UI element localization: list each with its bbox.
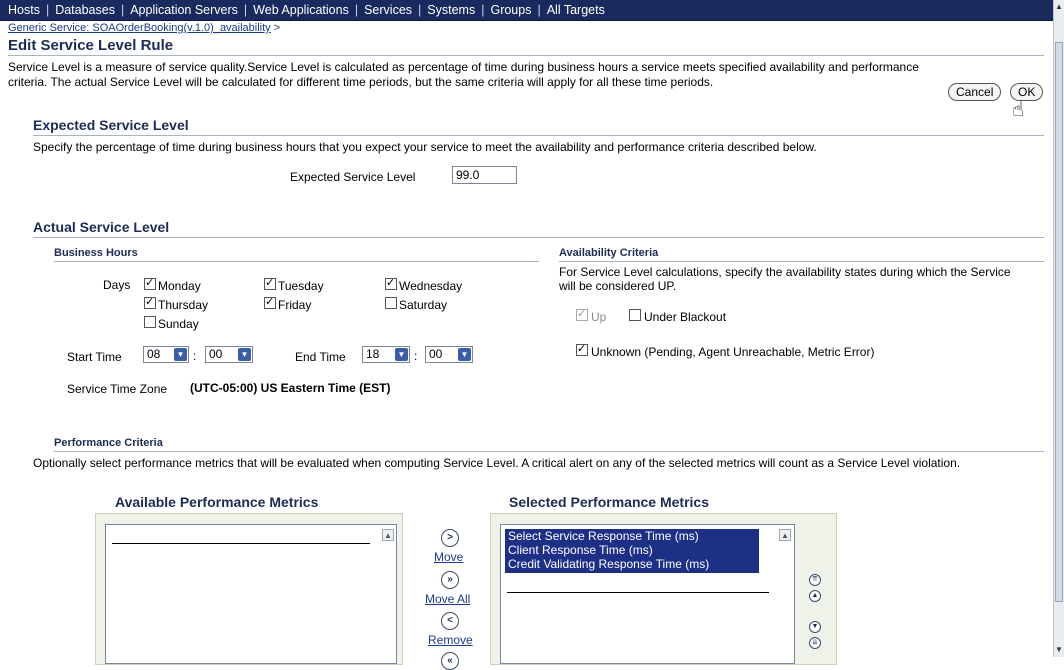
unknown-label: Unknown (Pending, Agent Unreachable, Met… (591, 345, 875, 359)
start-hour-select[interactable]: 08 ▼ (143, 346, 189, 363)
list-scroll-up-icon[interactable]: ▲ (779, 529, 791, 541)
thursday-checkbox[interactable] (144, 295, 156, 309)
availability-criteria-title: Availability Criteria (559, 247, 659, 259)
performance-description: Optionally select performance metrics th… (33, 456, 961, 470)
expected-level-input[interactable]: 99.0 (452, 166, 517, 184)
top-nav-bar: Hosts | Databases | Application Servers | Web … (0, 0, 1054, 21)
nav-hosts[interactable]: Hosts (8, 3, 40, 17)
selected-metric-item[interactable]: Credit Validating Response Time (ms) (505, 557, 759, 573)
available-metrics-list[interactable]: ▲ (105, 524, 397, 664)
up-checkbox (576, 307, 588, 321)
actual-section-divider (33, 237, 1044, 238)
cancel-button[interactable]: Cancel (948, 83, 1002, 101)
availability-description: For Service Level calculations, specify … (559, 265, 1011, 293)
nav-all-targets[interactable]: All Targets (547, 3, 605, 17)
page-title: Edit Service Level Rule (8, 37, 174, 54)
start-colon: : (193, 349, 197, 363)
business-hours-divider (54, 261, 539, 262)
expected-description: Specify the percentage of time during bu… (33, 140, 817, 154)
nav-items: Hosts | Databases | Application Servers | Web … (8, 3, 605, 17)
chevron-down-icon: ▼ (238, 348, 251, 361)
friday-label: Friday (278, 298, 312, 312)
remove-icon[interactable]: < (441, 612, 459, 630)
breadcrumb-separator: > (273, 22, 281, 34)
list-separator (112, 543, 370, 544)
expected-section-title: Expected Service Level (33, 117, 189, 133)
page-description: Service Level is a measure of service qu… (8, 60, 919, 89)
breadcrumb-service-link[interactable]: Generic Service: SOAOrderBooking(v.1.0)_… (8, 22, 271, 34)
move-bottom-icon[interactable]: ⇊ (809, 637, 821, 649)
end-hour-value: 18 (366, 347, 380, 361)
scroll-down-icon[interactable]: ▼ (1054, 643, 1064, 657)
under-blackout-label: Under Blackout (644, 310, 727, 324)
monday-checkbox[interactable] (144, 276, 156, 290)
move-down-icon[interactable]: ▼ (809, 621, 821, 633)
title-divider (8, 55, 1044, 56)
chevron-down-icon: ▼ (458, 348, 471, 361)
availability-divider (559, 261, 1044, 262)
days-label: Days (103, 278, 131, 292)
remove-link[interactable]: Remove (428, 633, 473, 647)
chevron-down-icon: ▼ (395, 348, 408, 361)
breadcrumb: Generic Service: SOAOrderBooking(v.1.0)_… (8, 22, 280, 34)
end-colon: : (414, 349, 418, 363)
nav-application-servers[interactable]: Application Servers (130, 3, 238, 17)
vertical-scrollbar[interactable]: ▲ ▼ (1053, 0, 1064, 657)
move-top-icon[interactable]: ⇈ (809, 574, 821, 586)
end-minute-value: 00 (429, 347, 443, 361)
selected-metric-item[interactable]: Select Service Response Time (ms) (505, 529, 759, 543)
move-up-icon[interactable]: ▲ (809, 590, 821, 602)
move-all-icon[interactable]: » (441, 571, 459, 589)
selected-metrics-title: Selected Performance Metrics (509, 494, 709, 510)
end-time-label: End Time (295, 350, 346, 364)
wednesday-label: Wednesday (399, 279, 463, 293)
performance-criteria-title: Performance Criteria (54, 437, 163, 449)
friday-checkbox[interactable] (264, 295, 276, 309)
move-link[interactable]: Move (434, 550, 463, 564)
under-blackout-checkbox[interactable] (629, 309, 641, 321)
move-all-link[interactable]: Move All (425, 592, 470, 606)
time-zone-value: (UTC-05:00) US Eastern Time (EST) (190, 381, 391, 395)
remove-all-icon[interactable]: « (441, 652, 459, 670)
tuesday-checkbox[interactable] (264, 276, 276, 290)
chevron-down-icon: ▼ (174, 348, 187, 361)
nav-web-applications[interactable]: Web Applications (253, 3, 349, 17)
selected-metric-item[interactable]: Client Response Time (ms) (505, 543, 759, 557)
end-minute-select[interactable]: 00 ▼ (425, 346, 473, 363)
tuesday-label: Tuesday (278, 279, 324, 293)
move-icon[interactable]: > (441, 529, 459, 547)
up-label: Up (591, 310, 607, 324)
start-hour-value: 08 (147, 347, 161, 361)
nav-groups[interactable]: Groups (490, 3, 531, 17)
scroll-thumb[interactable] (1055, 42, 1063, 602)
business-hours-title: Business Hours (54, 247, 138, 259)
start-minute-select[interactable]: 00 ▼ (205, 346, 253, 363)
available-metrics-title: Available Performance Metrics (115, 494, 319, 510)
expected-section-divider (33, 135, 1044, 136)
thursday-label: Thursday (158, 298, 209, 312)
hand-cursor-icon: ☝ (1012, 99, 1025, 121)
sunday-checkbox[interactable] (144, 316, 156, 328)
sunday-label: Sunday (158, 317, 199, 331)
list-scroll-up-icon[interactable]: ▲ (382, 529, 394, 541)
scroll-up-icon[interactable]: ▲ (1054, 0, 1064, 14)
expected-level-label: Expected Service Level (290, 170, 416, 184)
end-hour-select[interactable]: 18 ▼ (362, 346, 410, 363)
time-zone-label: Service Time Zone (67, 382, 168, 396)
performance-divider (54, 451, 1044, 452)
unknown-checkbox[interactable] (576, 342, 588, 356)
nav-databases[interactable]: Databases (55, 3, 115, 17)
nav-systems[interactable]: Systems (427, 3, 475, 17)
wednesday-checkbox[interactable] (385, 276, 397, 290)
list-separator (507, 592, 769, 593)
saturday-checkbox[interactable] (385, 297, 397, 309)
selected-metrics-list[interactable]: Select Service Response Time (ms) Client… (500, 524, 795, 664)
nav-services[interactable]: Services (364, 3, 412, 17)
saturday-label: Saturday (399, 298, 448, 312)
start-minute-value: 00 (209, 347, 223, 361)
monday-label: Monday (158, 279, 201, 293)
actual-section-title: Actual Service Level (33, 219, 170, 235)
start-time-label: Start Time (67, 350, 122, 364)
